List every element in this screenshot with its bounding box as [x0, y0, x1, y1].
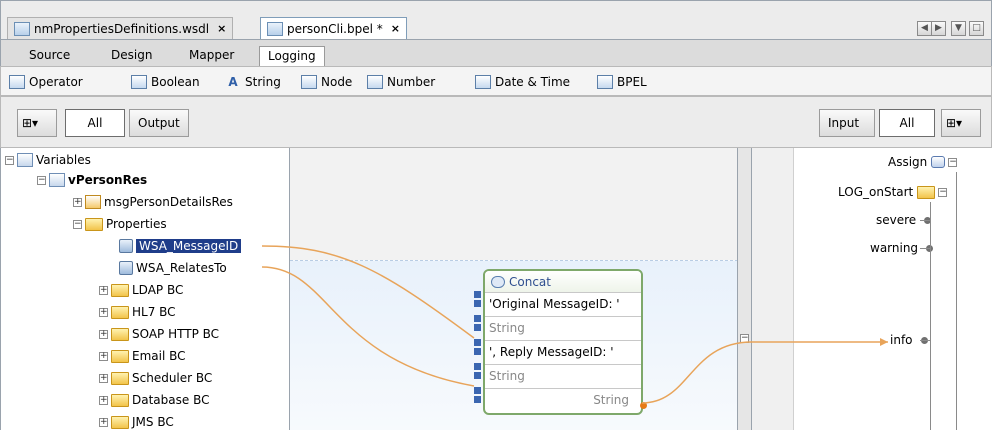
mapping-links	[261, 245, 888, 404]
link-relatesto-to-string[interactable]	[261, 266, 475, 387]
link-messageid-to-string[interactable]	[261, 245, 475, 339]
link-concat-to-info[interactable]	[641, 341, 888, 404]
arrow-icon	[880, 338, 888, 346]
